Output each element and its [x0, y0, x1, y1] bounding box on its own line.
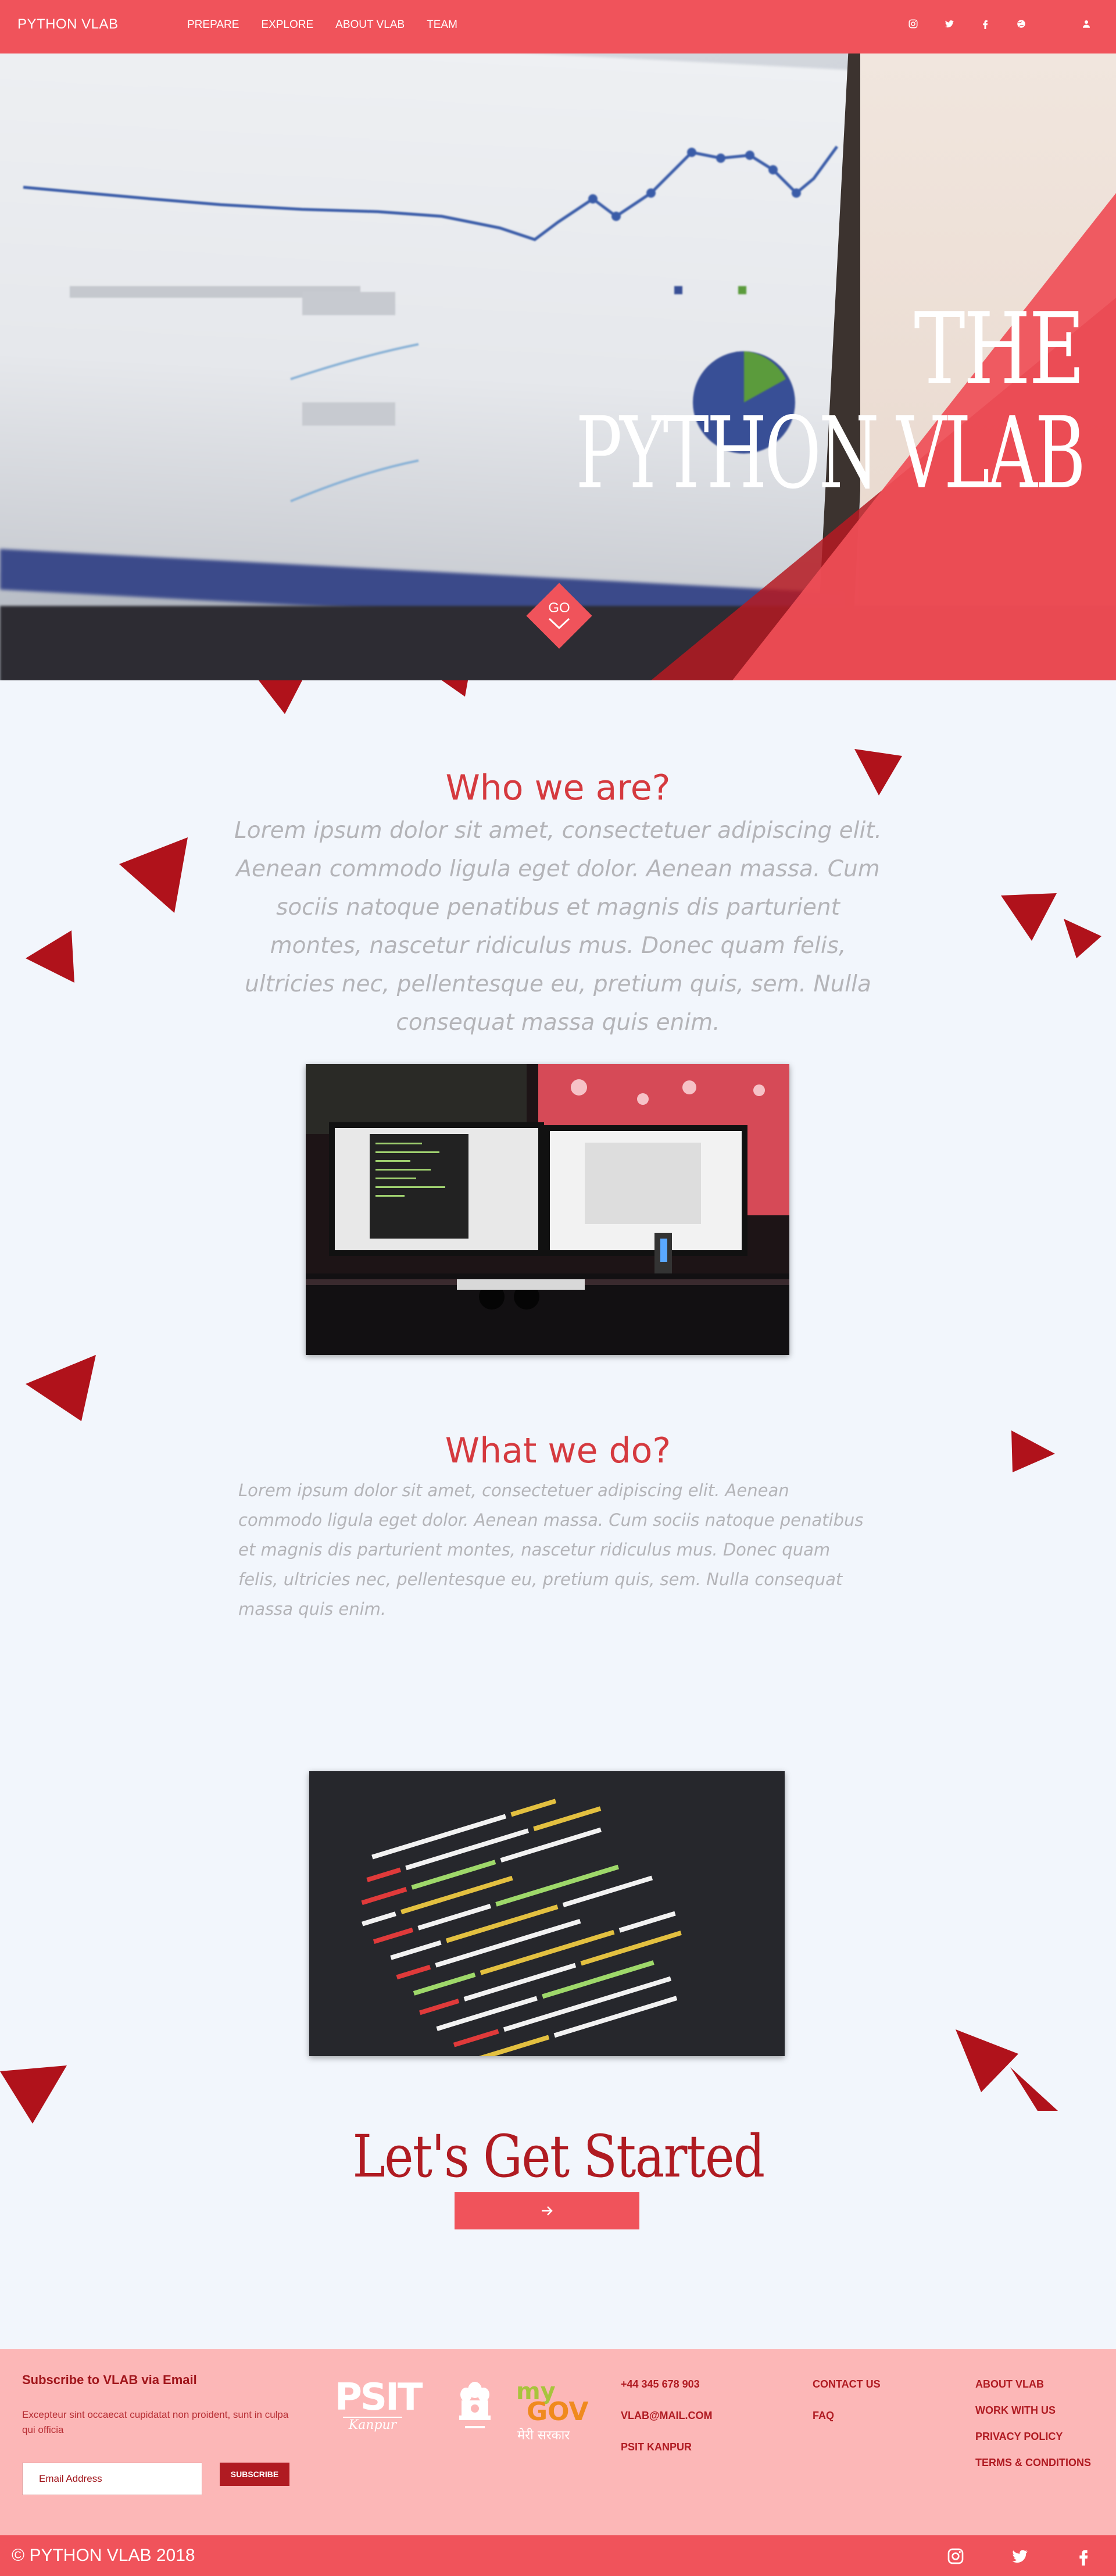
go-button[interactable]: GO — [526, 583, 592, 649]
mygov-logo-hindi: मेरी सरकार — [517, 2428, 570, 2443]
user-icon[interactable] — [1080, 17, 1093, 30]
facebook-icon[interactable] — [979, 17, 992, 30]
footer-link-work-with-us[interactable]: WORK WITH US — [975, 2404, 1091, 2417]
brand-logo[interactable]: PYTHON VLAB — [17, 16, 119, 33]
code-photo — [309, 1771, 785, 2056]
footer-link-privacy-policy[interactable]: PRIVACY POLICY — [975, 2431, 1091, 2443]
chevron-down-icon — [548, 618, 570, 630]
footer-link-faq[interactable]: FAQ — [813, 2410, 881, 2422]
contact-info: +44 345 678 903 VLAB@MAIL.COM PSIT KANPU… — [621, 2378, 713, 2472]
workspace-photo — [306, 1064, 789, 1355]
psit-logo: PSIT Kanpur — [335, 2376, 423, 2442]
nav-link-prepare[interactable]: PREPARE — [187, 19, 239, 31]
copyright-text: © PYTHON VLAB 2018 — [12, 2546, 195, 2565]
mygov-logo-gov: GOV — [527, 2397, 589, 2427]
triangle-decoration — [259, 680, 302, 714]
national-emblem-logo — [459, 2382, 491, 2428]
what-text: Lorem ipsum dolor sit amet, consectetuer… — [238, 1480, 864, 1619]
cta-title-text: Let's Get Started — [352, 2122, 765, 2190]
nav-link-team[interactable]: TEAM — [427, 19, 457, 31]
subscribe-text: Excepteur sint occaecat cupidatat non pr… — [22, 2409, 289, 2435]
get-started-button[interactable] — [455, 2192, 639, 2229]
footer-link-contact-us[interactable]: CONTACT US — [813, 2378, 881, 2391]
nav-link-explore[interactable]: EXPLORE — [261, 19, 313, 31]
contact-location: PSIT KANPUR — [621, 2441, 692, 2453]
psit-logo-sub: Kanpur — [343, 2417, 402, 2432]
who-title: Who we are? — [445, 768, 671, 808]
footer-links-col2: ABOUT VLAB WORK WITH US PRIVACY POLICY T… — [975, 2378, 1091, 2483]
arrow-right-icon — [542, 2206, 553, 2215]
go-label: GO — [548, 600, 570, 616]
nav-social-icons — [884, 17, 1093, 30]
bottom-bar: © PYTHON VLAB 2018 — [0, 2535, 1116, 2576]
mygov-logo: my GOV मेरी सरकार — [516, 2378, 598, 2443]
what-title: What we do? — [445, 1430, 671, 1471]
psit-logo-text: PSIT — [335, 2376, 423, 2419]
footer-link-about-vlab[interactable]: ABOUT VLAB — [975, 2378, 1091, 2391]
facebook-icon[interactable] — [1074, 2547, 1093, 2566]
contact-email[interactable]: VLAB@MAIL.COM — [621, 2410, 713, 2422]
nav-link-about[interactable]: ABOUT VLAB — [335, 19, 405, 31]
footer: Subscribe to VLAB via Email Excepteur si… — [0, 2349, 1116, 2535]
email-input[interactable] — [22, 2463, 202, 2495]
instagram-icon[interactable] — [946, 2547, 965, 2566]
twitter-icon[interactable] — [943, 17, 956, 30]
subscribe-title: Subscribe to VLAB via Email — [22, 2372, 197, 2387]
hero-title: THE PYTHON VLAB — [358, 292, 1086, 511]
bottom-social-icons — [901, 2547, 1093, 2566]
nav-links: PREPARE EXPLORE ABOUT VLAB TEAM — [187, 19, 480, 31]
who-text: Lorem ipsum dolor sit amet, consectetuer… — [234, 818, 882, 1036]
instagram-icon[interactable] — [907, 17, 920, 30]
navbar: PYTHON VLAB PREPARE EXPLORE ABOUT VLAB T… — [0, 0, 1116, 53]
hero-banner: THE PYTHON VLAB GO — [0, 53, 1116, 680]
footer-links-col1: CONTACT US FAQ — [813, 2378, 881, 2441]
cta-title: Let's Get Started — [0, 2122, 1116, 2190]
contact-phone[interactable]: +44 345 678 903 — [621, 2378, 713, 2391]
globe-icon[interactable] — [1015, 17, 1028, 30]
hero-title-line2: PYTHON VLAB — [575, 395, 1086, 511]
footer-link-terms[interactable]: TERMS & CONDITIONS — [975, 2457, 1091, 2469]
hero-title-line1: THE — [914, 292, 1085, 407]
subscribe-button[interactable]: SUBSCRIBE — [220, 2463, 289, 2486]
twitter-icon[interactable] — [1010, 2547, 1029, 2566]
